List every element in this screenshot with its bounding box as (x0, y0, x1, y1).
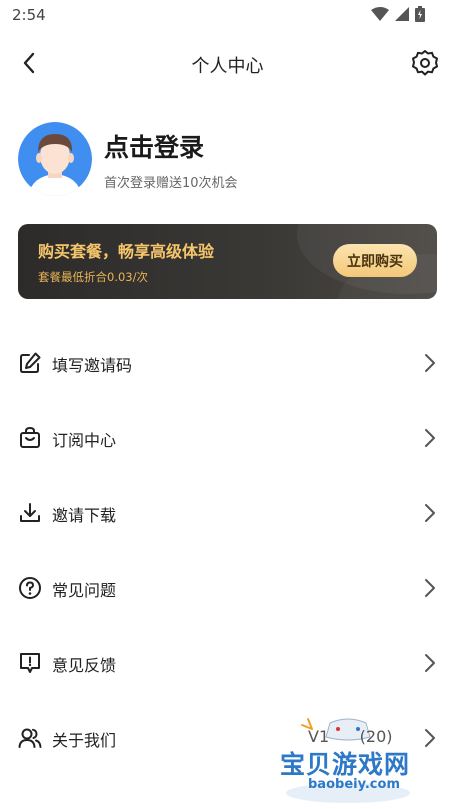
menu-label: 邀请下载 (52, 506, 117, 525)
edit-icon (20, 352, 41, 373)
header: 个人中心 (0, 40, 455, 86)
chevron-right-icon (425, 429, 435, 447)
wifi-icon (371, 7, 389, 21)
feedback-icon (20, 653, 40, 673)
menu-label: 意见反馈 (52, 656, 117, 675)
watermark: V1 (20) 宝贝游戏网 baobeiy.com (278, 715, 428, 805)
status-icons (371, 6, 425, 22)
menu-item-feedback[interactable]: 意见反馈 (0, 625, 455, 700)
vip-banner[interactable]: 购买套餐，畅享高级体验 套餐最低折合0.03/次 立即购买 (18, 224, 437, 299)
battery-icon (415, 6, 425, 22)
status-time: 2:54 (12, 6, 46, 24)
page-title: 个人中心 (191, 56, 264, 77)
chevron-right-icon (425, 579, 435, 597)
buy-now-button[interactable]: 立即购买 (333, 244, 417, 277)
signal-icon (395, 7, 409, 21)
watermark-url: baobeiy.com (308, 777, 400, 792)
chevron-right-icon (425, 654, 435, 672)
menu-label: 订阅中心 (52, 431, 117, 450)
shopping-bag-icon (20, 426, 40, 448)
help-circle-icon (19, 577, 41, 599)
watermark-title: 宝贝游戏网 (280, 750, 411, 779)
watermark-version: V1 (20) (308, 727, 393, 746)
menu-label: 填写邀请码 (52, 356, 133, 375)
menu-item-invite-download[interactable]: 邀请下载 (0, 475, 455, 550)
menu-item-subscription[interactable]: 订阅中心 (0, 400, 455, 475)
menu-item-faq[interactable]: 常见问题 (0, 550, 455, 625)
status-bar: 2:54 (0, 0, 455, 32)
menu-label: 常见问题 (52, 581, 117, 600)
vip-title: 购买套餐，畅享高级体验 (38, 242, 215, 261)
gear-icon (412, 50, 438, 76)
users-icon (18, 728, 42, 748)
profile-section[interactable]: 点击登录 首次登录赠送10次机会 (18, 120, 438, 196)
login-label[interactable]: 点击登录 (104, 128, 204, 164)
chevron-right-icon (425, 354, 435, 372)
settings-button[interactable] (409, 47, 441, 79)
avatar[interactable] (18, 122, 92, 196)
menu-label: 关于我们 (52, 731, 117, 750)
menu-item-invite-code[interactable]: 填写邀请码 (0, 325, 455, 400)
download-icon (20, 503, 40, 522)
default-avatar-icon (18, 122, 92, 196)
login-subtitle: 首次登录赠送10次机会 (104, 176, 238, 191)
chevron-right-icon (425, 504, 435, 522)
vip-subtitle: 套餐最低折合0.03/次 (38, 270, 148, 284)
